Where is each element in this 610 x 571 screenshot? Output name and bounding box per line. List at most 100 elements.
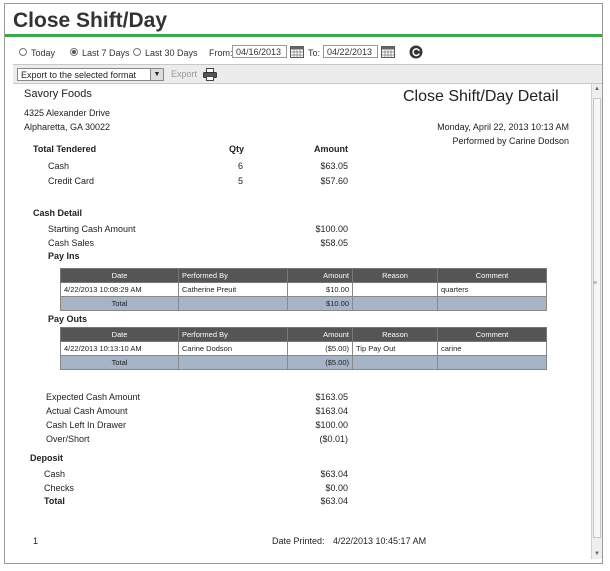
column-header: Reason [352,268,438,283]
column-header: Amount [287,268,353,283]
table-row: 4/22/2013 10:08:29 AM Catherine Preuit $… [60,282,547,297]
refresh-icon[interactable] [409,45,423,59]
total-amount: ($5.00) [287,355,353,370]
summary-value: $100.00 [315,420,348,430]
row-amount: $10.00 [287,282,353,297]
starting-cash-label: Starting Cash Amount [48,224,136,234]
table-total-row: Total ($5.00) [60,355,547,370]
column-header: Reason [352,327,438,342]
date-printed-value: 4/22/2013 10:45:17 AM [333,536,427,546]
total-tendered-heading: Total Tendered [33,144,97,154]
report-title: Close Shift/Day Detail [403,88,559,105]
starting-cash-value: $100.00 [315,224,348,234]
cash-sales-label: Cash Sales [48,238,95,248]
summary-label: Expected Cash Amount [46,392,141,402]
last30-label: Last 30 Days [145,48,198,58]
row-performed-by: Carine Dodson [178,341,288,356]
last7-label: Last 7 Days [82,48,130,58]
table-row: 4/22/2013 10:13:10 AM Carine Dodson ($5.… [60,341,547,356]
export-link[interactable]: Export [171,69,197,79]
today-radio[interactable] [19,48,27,56]
row-comment: carine [437,341,547,356]
deposit-checks-value: $0.00 [325,483,348,493]
vertical-scrollbar[interactable]: ▲ ≡ ▼ [591,84,602,559]
deposit-total-value: $63.04 [320,496,348,506]
calendar-icon[interactable] [290,46,304,58]
address-line-2: Alpharetta, GA 30022 [24,122,111,132]
column-header: Date [60,268,179,283]
summary-value: $163.05 [315,392,348,402]
tender-qty: 6 [238,161,244,171]
total-amount: $10.00 [287,296,353,311]
total-empty [437,296,547,311]
total-empty [352,355,438,370]
to-date-input[interactable]: 04/22/2013 [323,45,378,58]
scroll-up-icon[interactable]: ▲ [594,86,600,92]
total-empty [178,355,288,370]
column-header: Date [60,327,179,342]
scroll-thumb[interactable] [593,98,601,538]
address-line-1: 4325 Alexander Drive [24,108,111,118]
row-date: 4/22/2013 10:13:10 AM [60,341,179,356]
column-header: Comment [437,327,547,342]
column-header: Amount [287,327,353,342]
total-label: Total [60,355,179,370]
row-reason [352,282,438,297]
tender-label: Cash [48,161,70,171]
pay-outs-table: Date Performed By Amount Reason Comment … [60,327,547,370]
amount-header: Amount [314,144,348,154]
report-viewer: Savory Foods 4325 Alexander Drive Alphar… [13,84,602,559]
total-empty [437,355,547,370]
cash-sales-value: $58.05 [320,238,348,248]
report-window: Close Shift/Day Today Last 7 Days Last 3… [4,3,603,564]
summary-value: ($0.01) [319,434,348,444]
tender-qty: 5 [238,176,244,186]
from-label: From: [209,48,233,58]
title-underline [5,34,602,37]
tender-amount: $63.05 [320,161,348,171]
summary-label: Actual Cash Amount [46,406,128,416]
pay-ins-table: Date Performed By Amount Reason Comment … [60,268,547,311]
deposit-heading: Deposit [30,453,64,463]
page-title: Close Shift/Day [13,9,168,32]
printer-icon[interactable] [203,68,217,81]
deposit-total-label: Total [44,496,65,506]
total-empty [178,296,288,311]
to-label: To: [308,48,321,58]
column-header: Performed By [178,327,288,342]
qty-header: Qty [229,144,245,154]
column-header: Performed By [178,268,288,283]
row-comment: quarters [437,282,547,297]
from-date-input[interactable]: 04/16/2013 [232,45,287,58]
export-format-value: Export to the selected format [21,70,137,80]
date-printed-label: Date Printed: [272,536,325,546]
pay-ins-heading: Pay Ins [48,251,80,261]
calendar-icon[interactable] [381,46,395,58]
tender-amount: $57.60 [320,176,348,186]
chevron-down-icon[interactable]: ▼ [150,69,163,80]
table-total-row: Total $10.00 [60,296,547,311]
tender-label: Credit Card [48,176,95,186]
deposit-checks-label: Checks [44,483,75,493]
total-label: Total [60,296,179,311]
export-format-select[interactable]: Export to the selected format ▼ [17,68,164,81]
last7-radio[interactable] [70,48,78,56]
row-date: 4/22/2013 10:08:29 AM [60,282,179,297]
deposit-cash-value: $63.04 [320,469,348,479]
company-name: Savory Foods [24,88,92,100]
scroll-down-icon[interactable]: ▼ [594,551,600,557]
row-performed-by: Catherine Preuit [178,282,288,297]
pay-outs-heading: Pay Outs [48,314,88,324]
row-amount: ($5.00) [287,341,353,356]
cash-detail-heading: Cash Detail [33,208,83,218]
total-empty [352,296,438,311]
grip-icon: ≡ [593,280,598,287]
report-toolbar: Export to the selected format ▼ Export [13,64,602,84]
deposit-cash-label: Cash [44,469,66,479]
last30-radio[interactable] [133,48,141,56]
column-header: Comment [437,268,547,283]
page-number: 1 [33,536,39,546]
summary-value: $163.04 [315,406,348,416]
summary-label: Cash Left In Drawer [46,420,127,430]
today-label: Today [31,48,56,58]
